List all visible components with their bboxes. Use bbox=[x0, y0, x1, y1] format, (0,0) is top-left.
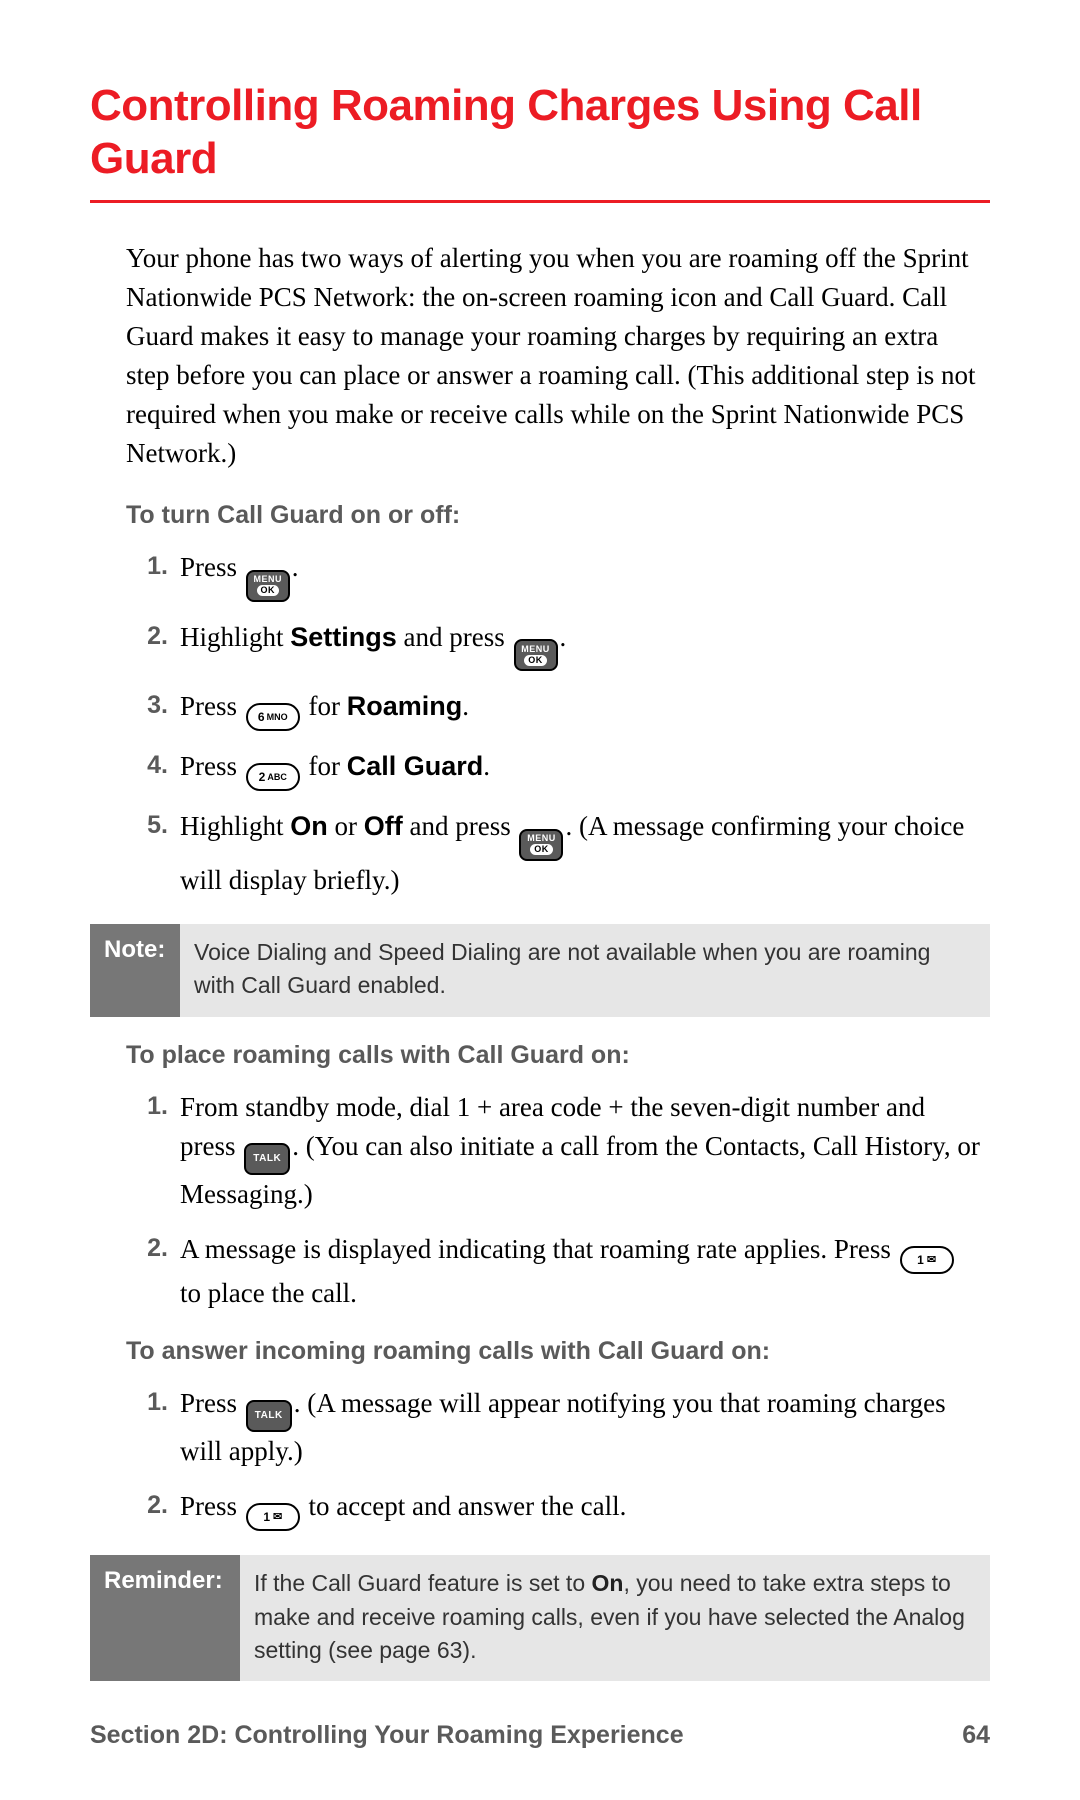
step-item: Press MENUOK. bbox=[168, 548, 980, 602]
subhead-turn-on-off: To turn Call Guard on or off: bbox=[126, 501, 980, 530]
menu-ok-key-icon: MENUOK bbox=[246, 570, 290, 602]
steps-place-calls: From standby mode, dial 1 + area code + … bbox=[126, 1088, 980, 1313]
step-item: Press 2ABC for Call Guard. bbox=[168, 747, 980, 791]
menu-ok-key-icon: MENUOK bbox=[519, 829, 563, 861]
steps-answer-calls: Press TALK. (A message will appear notif… bbox=[126, 1384, 980, 1531]
step-item: Press 6MNO for Roaming. bbox=[168, 687, 980, 731]
six-key-icon: 6MNO bbox=[246, 703, 300, 731]
page-title: Controlling Roaming Charges Using Call G… bbox=[90, 80, 990, 203]
footer-page-number: 64 bbox=[962, 1721, 990, 1750]
step-item: Press TALK. (A message will appear notif… bbox=[168, 1384, 980, 1471]
note-label: Note: bbox=[90, 924, 180, 1017]
footer-section: Section 2D: Controlling Your Roaming Exp… bbox=[90, 1721, 684, 1750]
talk-key-icon: TALK bbox=[244, 1143, 290, 1175]
step-item: Press 1✉ to accept and answer the call. bbox=[168, 1487, 980, 1531]
talk-key-icon: TALK bbox=[246, 1400, 292, 1432]
menu-ok-key-icon: MENUOK bbox=[514, 639, 558, 671]
reminder-callout: Reminder: If the Call Guard feature is s… bbox=[90, 1555, 990, 1681]
step-item: A message is displayed indicating that r… bbox=[168, 1230, 980, 1313]
step-item: Highlight Settings and press MENUOK. bbox=[168, 618, 980, 672]
one-key-icon: 1✉ bbox=[246, 1503, 300, 1531]
steps-turn-on-off: Press MENUOK. Highlight Settings and pre… bbox=[126, 548, 980, 900]
note-callout: Note: Voice Dialing and Speed Dialing ar… bbox=[90, 924, 990, 1017]
two-key-icon: 2ABC bbox=[246, 763, 300, 791]
subhead-answer-calls: To answer incoming roaming calls with Ca… bbox=[126, 1337, 980, 1366]
intro-paragraph: Your phone has two ways of alerting you … bbox=[126, 239, 980, 474]
body-content: Your phone has two ways of alerting you … bbox=[90, 239, 990, 1682]
reminder-label: Reminder: bbox=[90, 1555, 240, 1681]
note-body: Voice Dialing and Speed Dialing are not … bbox=[180, 924, 990, 1017]
step-item: From standby mode, dial 1 + area code + … bbox=[168, 1088, 980, 1214]
one-key-icon: 1✉ bbox=[900, 1246, 954, 1274]
reminder-body: If the Call Guard feature is set to On, … bbox=[240, 1555, 990, 1681]
step-item: Highlight On or Off and press MENUOK. (A… bbox=[168, 807, 980, 900]
page-footer: Section 2D: Controlling Your Roaming Exp… bbox=[90, 1721, 990, 1750]
subhead-place-calls: To place roaming calls with Call Guard o… bbox=[126, 1041, 980, 1070]
